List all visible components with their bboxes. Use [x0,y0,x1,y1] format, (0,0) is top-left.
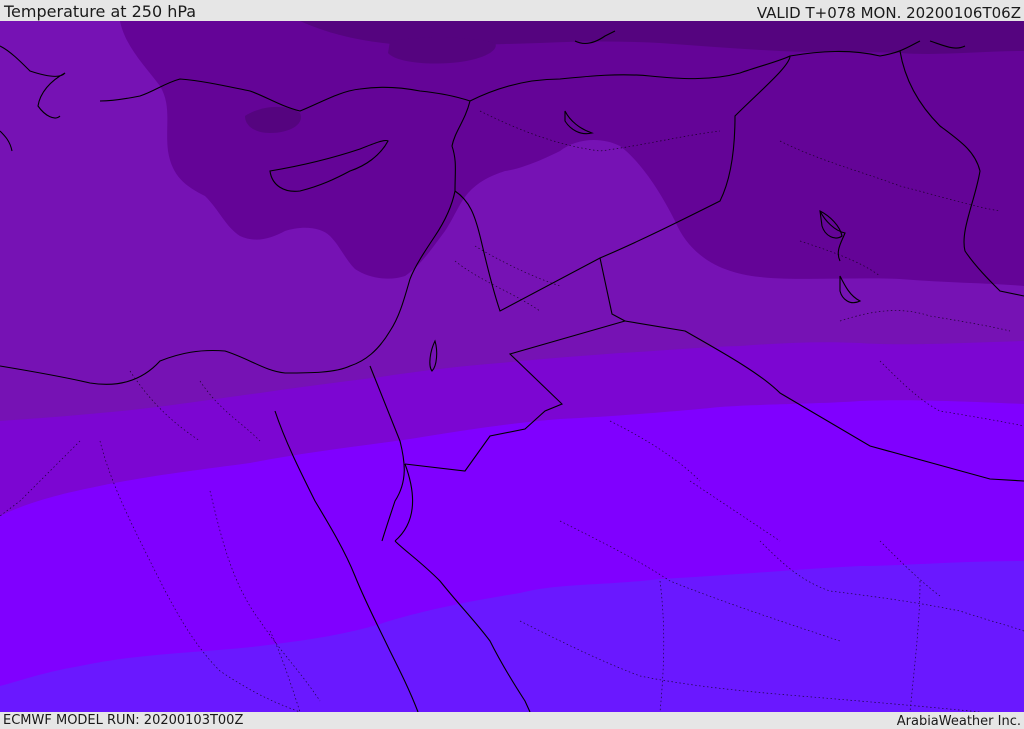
temperature-map[interactable] [0,21,1024,712]
credit-label: ArabiaWeather Inc. [896,714,1021,729]
footer-bar: ECMWF MODEL RUN: 20200103T00Z ArabiaWeat… [0,712,1024,729]
map-title: Temperature at 250 hPa [4,2,197,21]
header-bar: Temperature at 250 hPa VALID T+078 MON. … [0,0,1024,21]
map-canvas [0,21,1024,712]
valid-time-label: VALID T+078 MON. 20200106T06Z [756,4,1021,22]
model-run-label: ECMWF MODEL RUN: 20200103T00Z [3,713,244,728]
